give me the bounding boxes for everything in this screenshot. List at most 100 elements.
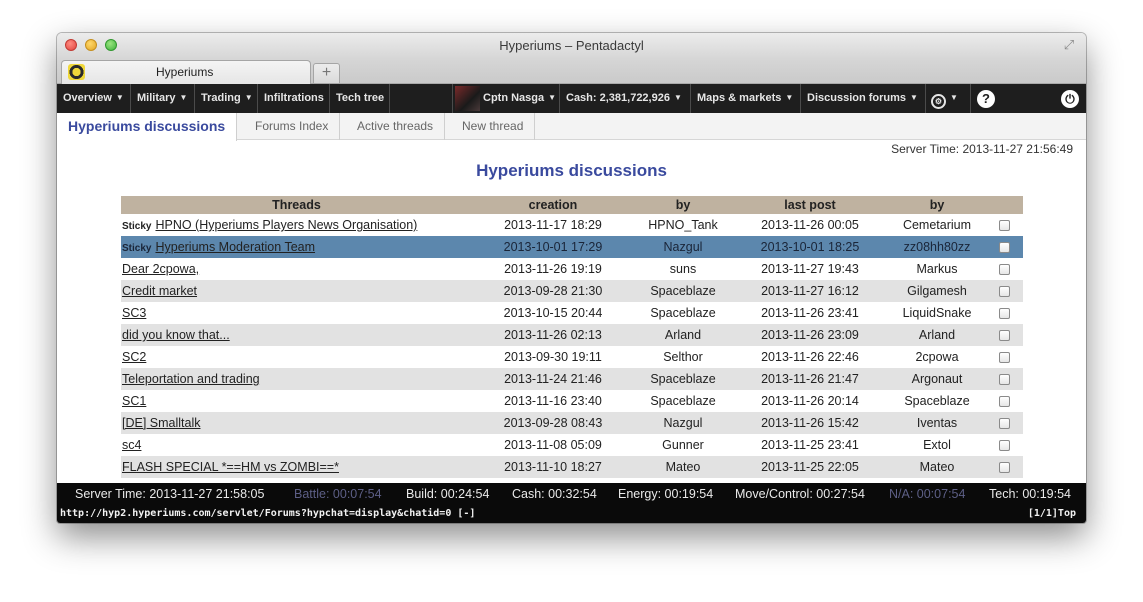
thread-select-checkbox[interactable] [998, 220, 1010, 232]
nav-maps-label: Maps & markets [697, 92, 782, 104]
thread-select-checkbox[interactable] [998, 308, 1010, 320]
table-header-row: Threads creation by last post by [121, 196, 1023, 214]
thread-select-cell [985, 390, 1023, 412]
thread-author: Gunner [635, 434, 731, 456]
close-window-button[interactable] [65, 39, 77, 51]
thread-last-post-date: 2013-11-27 16:12 [731, 280, 889, 302]
table-row[interactable]: Sticky HPNO (Hyperiums Players News Organ… [121, 214, 1023, 236]
thread-select-checkbox[interactable] [998, 330, 1010, 342]
nav-trading[interactable]: Trading ▼ [195, 84, 258, 113]
nav-maps-markets[interactable]: Maps & markets ▼ [691, 84, 801, 113]
browser-tab-hyperiums[interactable]: Hyperiums [61, 60, 311, 84]
new-tab-button[interactable]: + [313, 63, 340, 83]
thread-title-link[interactable]: Hyperiums Moderation Team [155, 240, 315, 254]
thread-select-cell [985, 434, 1023, 456]
tab-hyperiums-discussions[interactable]: Hyperiums discussions [57, 113, 238, 141]
column-header-threads[interactable]: Threads [121, 196, 471, 214]
table-row[interactable]: SC3 2013-10-15 20:44 Spaceblaze 2013-11-26 … [121, 302, 1023, 324]
column-header-select [985, 196, 1023, 214]
thread-select-checkbox[interactable] [998, 418, 1010, 430]
table-row[interactable]: SC2 2013-09-30 19:11 Selthor 2013-11-26 22:… [121, 346, 1023, 368]
thread-creation-date: 2013-10-01 17:29 [471, 236, 635, 258]
thread-select-cell [985, 456, 1023, 478]
help-icon[interactable]: ? [977, 90, 995, 108]
nav-infiltrations-label: Infiltrations [264, 92, 324, 104]
thread-title-link[interactable]: Teleportation and trading [122, 372, 260, 386]
game-navbar: Overview ▼ Military ▼ Trading ▼ Infiltratio… [57, 84, 1086, 113]
tab-new-thread[interactable]: New thread [451, 113, 536, 140]
fullscreen-icon[interactable]: ⤢ [1062, 38, 1076, 52]
thread-select-checkbox[interactable] [998, 242, 1010, 254]
thread-select-checkbox[interactable] [998, 352, 1010, 364]
nav-cash[interactable]: Cash: 2,381,722,926 ▼ [560, 84, 691, 113]
table-row[interactable]: did you know that... 2013-11-26 02:13 Arla… [121, 324, 1023, 346]
thread-last-poster: Spaceblaze [889, 390, 985, 412]
thread-title-link[interactable]: SC2 [122, 350, 146, 364]
table-row[interactable]: Teleportation and trading 2013-11-24 21:4… [121, 368, 1023, 390]
table-row[interactable]: Credit market 2013-09-28 21:30 Spaceblaze 2… [121, 280, 1023, 302]
column-header-by[interactable]: by [635, 196, 731, 214]
thread-title-link[interactable]: Credit market [122, 284, 197, 298]
thread-last-post-date: 2013-11-26 23:41 [731, 302, 889, 324]
nav-infiltrations[interactable]: Infiltrations [258, 84, 330, 113]
thread-creation-date: 2013-09-28 21:30 [471, 280, 635, 302]
thread-select-cell [985, 368, 1023, 390]
status-position: [1/1]Top [1027, 508, 1076, 519]
table-row[interactable]: SC1 2013-11-16 23:40 Spaceblaze 2013-11-26 … [121, 390, 1023, 412]
table-row[interactable]: [DE] Smalltalk 2013-09-28 08:43 Nazgul 2013… [121, 412, 1023, 434]
thread-last-post-date: 2013-11-26 21:47 [731, 368, 889, 390]
status-url: http://hyp2.hyperiums.com/servlet/Forums… [60, 508, 476, 519]
nav-settings[interactable]: ⚙ ▼ [926, 84, 971, 113]
thread-select-checkbox[interactable] [998, 286, 1010, 298]
thread-select-checkbox[interactable] [998, 396, 1010, 408]
zoom-window-button[interactable] [105, 39, 117, 51]
table-row[interactable]: Sticky Hyperiums Moderation Team 2013-10-0… [121, 236, 1023, 258]
thread-author: Spaceblaze [635, 368, 731, 390]
nav-military[interactable]: Military ▼ [131, 84, 195, 113]
thread-last-post-date: 2013-11-26 23:09 [731, 324, 889, 346]
tab-forums-index[interactable]: Forums Index [244, 113, 341, 140]
forum-subtabs: Hyperiums discussions Forums Index Activ… [57, 113, 1086, 141]
chevron-down-icon: ▼ [548, 93, 557, 102]
thread-title-link[interactable]: FLASH SPECIAL *==HM vs ZOMBI==* [122, 460, 339, 474]
thread-title-link[interactable]: did you know that... [122, 328, 230, 342]
thread-author: Nazgul [635, 412, 731, 434]
thread-last-post-date: 2013-11-25 22:05 [731, 456, 889, 478]
thread-author: Spaceblaze [635, 302, 731, 324]
thread-title-link[interactable]: SC3 [122, 306, 146, 320]
thread-select-checkbox[interactable] [998, 462, 1010, 474]
thread-title-link[interactable]: sc4 [122, 438, 141, 452]
minimize-window-button[interactable] [85, 39, 97, 51]
nav-tech-tree[interactable]: Tech tree [330, 84, 390, 113]
player-name: Cptn Nasga [483, 92, 545, 104]
tab-active-threads[interactable]: Active threads [346, 113, 446, 140]
thread-title-link[interactable]: [DE] Smalltalk [122, 416, 201, 430]
thread-select-checkbox[interactable] [998, 374, 1010, 386]
nav-overview-label: Overview [63, 92, 112, 104]
thread-creation-date: 2013-11-10 18:27 [471, 456, 635, 478]
table-row[interactable]: sc4 2013-11-08 05:09 Gunner 2013-11-25 23:4… [121, 434, 1023, 456]
thread-title-link[interactable]: Dear 2cpowa, [122, 262, 199, 276]
thread-author: Arland [635, 324, 731, 346]
thread-select-checkbox[interactable] [998, 440, 1010, 452]
thread-title-link[interactable]: SC1 [122, 394, 146, 408]
nav-player[interactable]: Cptn Nasga ▼ [452, 84, 560, 113]
table-row[interactable]: Dear 2cpowa, 2013-11-26 19:19 suns 2013-11-… [121, 258, 1023, 280]
thread-cell: SC3 [121, 302, 471, 324]
thread-select-cell [985, 324, 1023, 346]
footer-na-timer: N/A: 00:07:54 [889, 487, 966, 501]
thread-title-link[interactable]: HPNO (Hyperiums Players News Organisatio… [155, 218, 417, 232]
power-icon[interactable]: ⏻ [1061, 90, 1079, 108]
column-header-last-post[interactable]: last post [731, 196, 889, 214]
table-row[interactable]: FLASH SPECIAL *==HM vs ZOMBI==* 2013-11-1… [121, 456, 1023, 478]
column-header-last-by[interactable]: by [889, 196, 985, 214]
thread-select-cell [985, 214, 1023, 236]
nav-discussion-forums[interactable]: Discussion forums ▼ [801, 84, 926, 113]
column-header-creation[interactable]: creation [471, 196, 635, 214]
thread-select-cell [985, 258, 1023, 280]
footer-move-control-timer: Move/Control: 00:27:54 [735, 487, 865, 501]
thread-author: Selthor [635, 346, 731, 368]
thread-select-checkbox[interactable] [998, 264, 1010, 276]
thread-cell: Credit market [121, 280, 471, 302]
nav-overview[interactable]: Overview ▼ [57, 84, 131, 113]
